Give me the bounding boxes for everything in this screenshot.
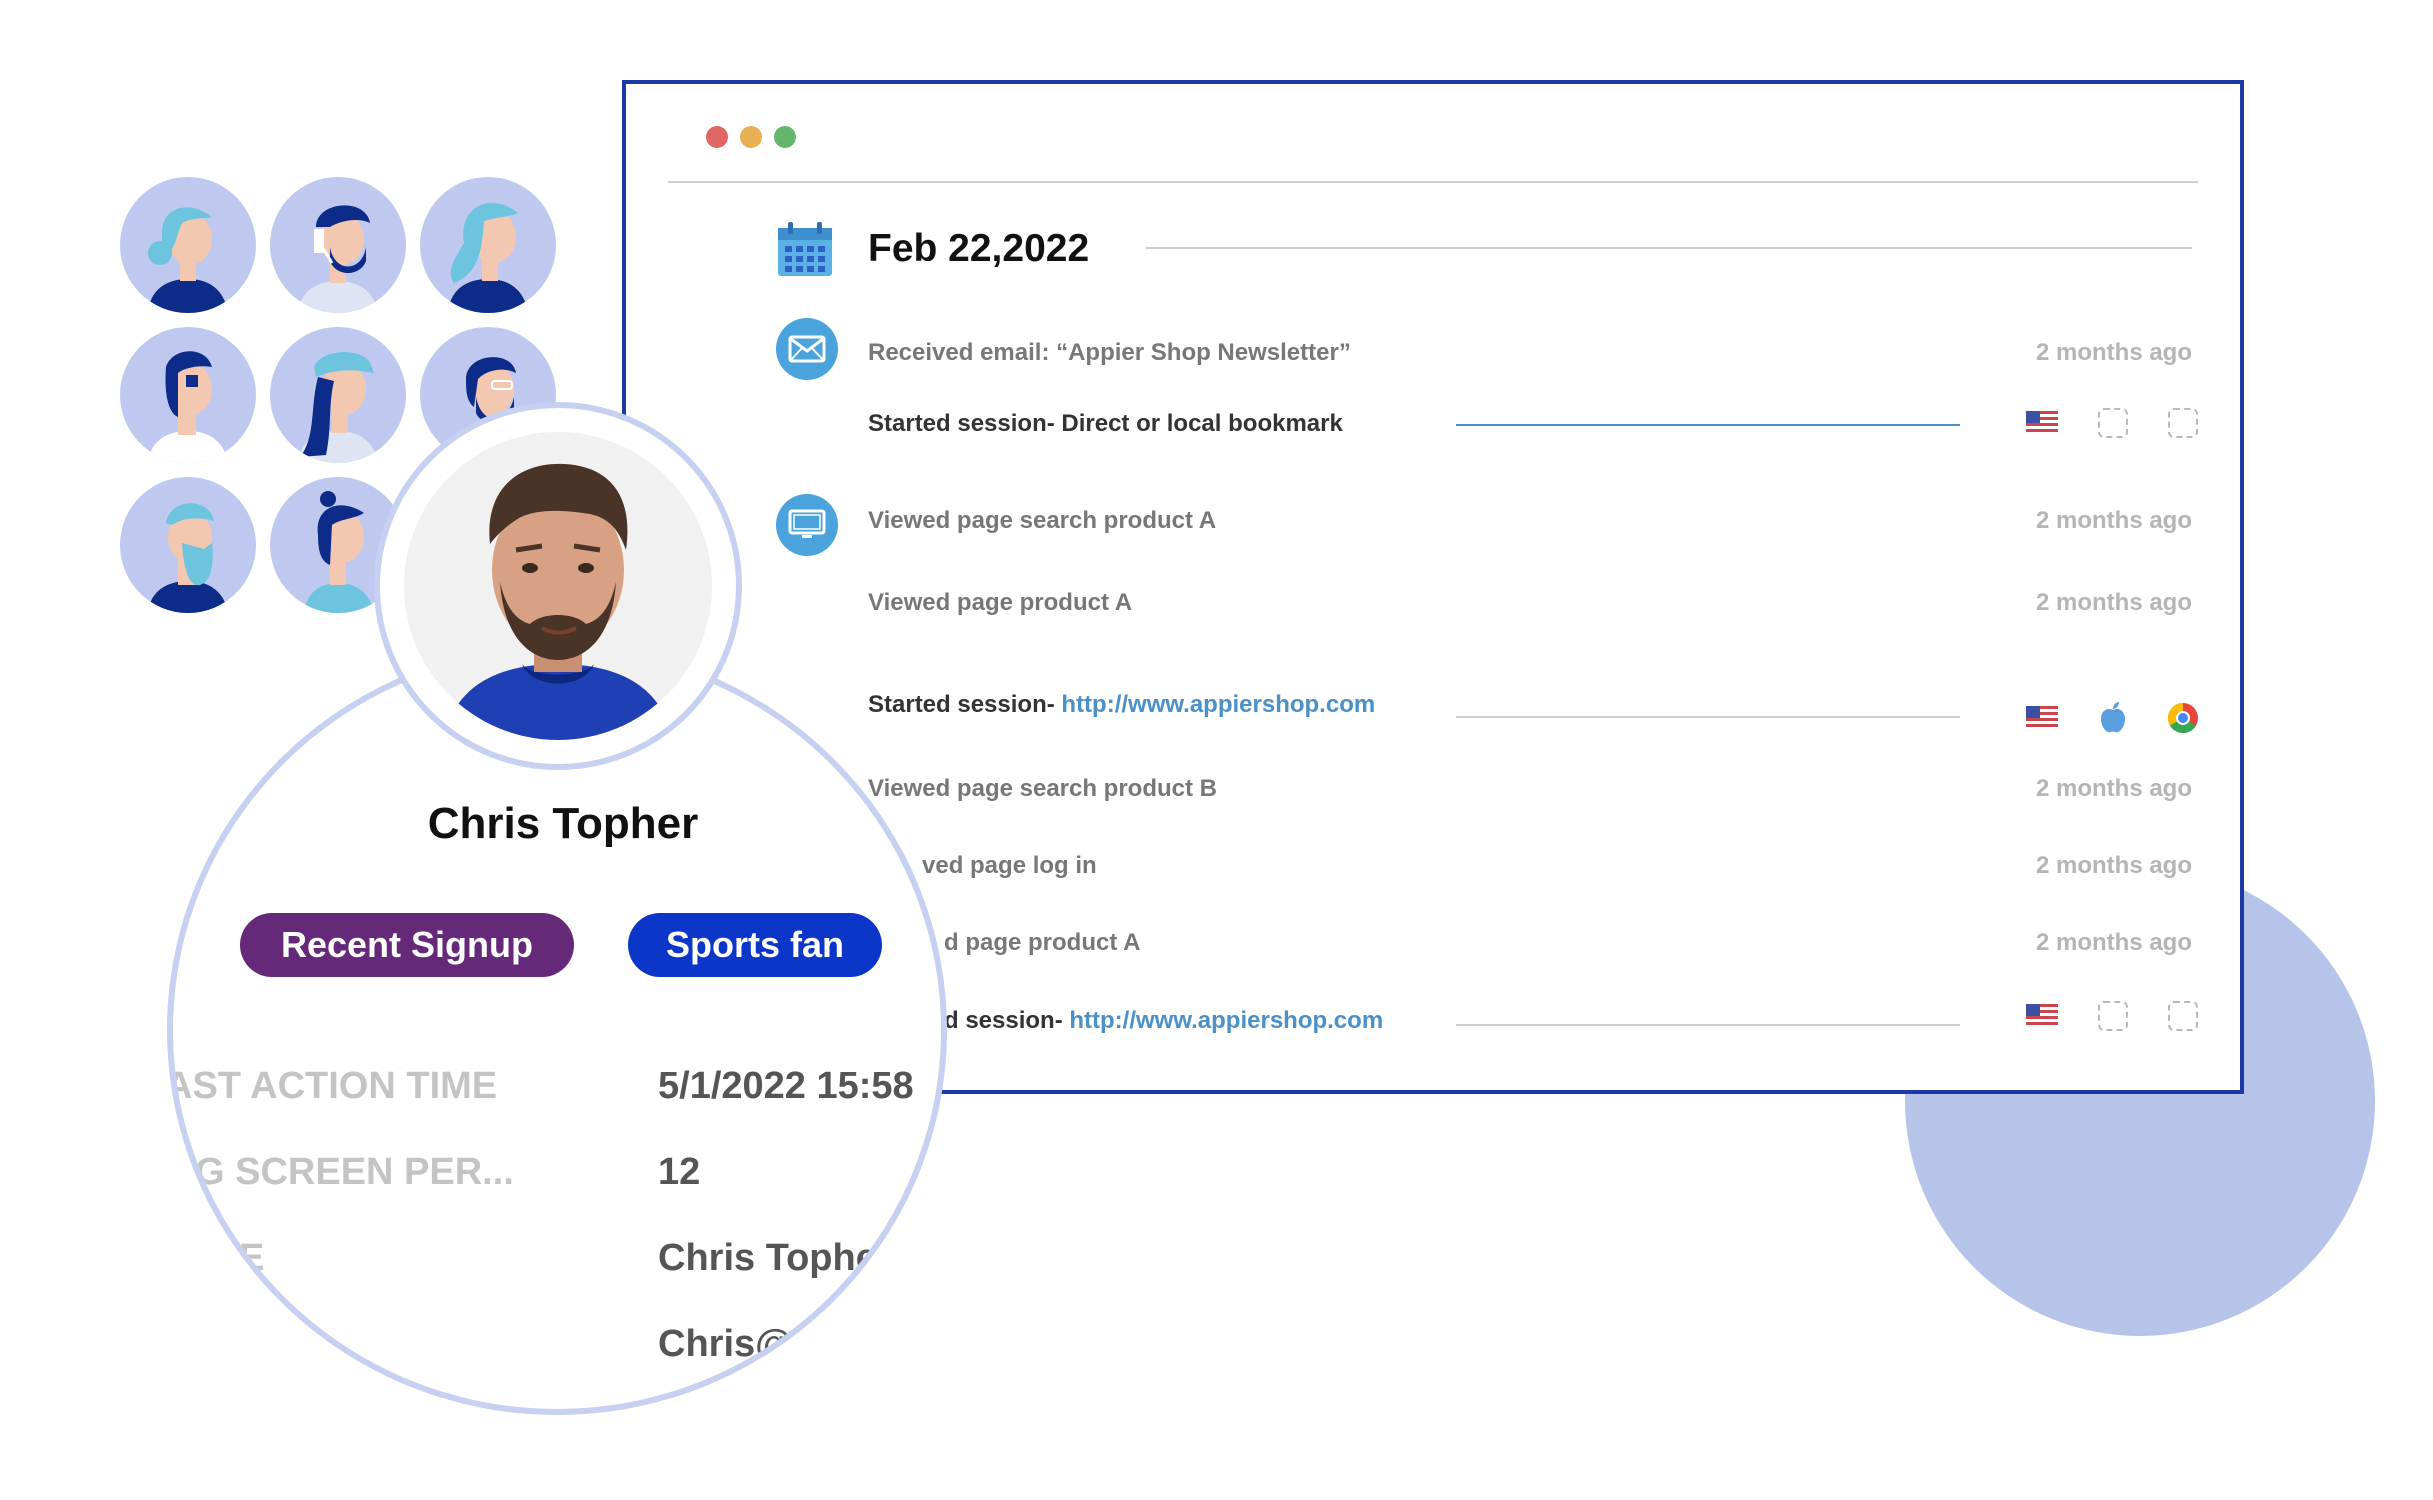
event-time: 2 months ago	[2035, 852, 2192, 879]
placeholder-icon	[2096, 406, 2130, 440]
attr-value: Chris Topher	[658, 1237, 892, 1279]
session-link[interactable]: http://www.appiershop.com	[1069, 1007, 1383, 1034]
session-prefix: Started session-	[868, 691, 1062, 718]
event-page-text: Viewed page product A	[868, 589, 1133, 616]
attr-label: AST ACTION TIME	[167, 1065, 498, 1107]
profile-name: Chris Topher	[427, 799, 699, 848]
window-close-dot[interactable]	[706, 126, 728, 148]
event-session-text: Started session- http://www.appiershop.c…	[868, 688, 1375, 722]
attr-value: 5/1/2022 15:58	[658, 1065, 914, 1107]
user-avatar	[120, 477, 256, 613]
event-email-text: Received email: “Appier Shop Newsletter”	[868, 339, 1351, 366]
event-session-text: d session- http://www.appiershop.com	[944, 1004, 1383, 1038]
us-flag-icon	[2025, 701, 2059, 735]
event-time: 2 months ago	[2035, 929, 2192, 956]
session-prefix: d session-	[944, 1007, 1070, 1034]
session-link[interactable]: http://www.appiershop.com	[1061, 691, 1375, 718]
event-time: 2 months ago	[2035, 589, 2192, 616]
event-time: 2 months ago	[2035, 339, 2192, 366]
placeholder-icon	[2166, 406, 2200, 440]
monitor-icon	[776, 494, 838, 556]
envelope-icon	[776, 318, 838, 380]
placeholder-icon	[2096, 999, 2130, 1033]
us-flag-icon	[2025, 406, 2059, 440]
us-flag-icon	[2025, 999, 2059, 1033]
attr-value: Chris@a	[658, 1323, 814, 1365]
profile-photo	[374, 402, 742, 770]
user-avatar	[270, 327, 406, 463]
user-avatar	[120, 327, 256, 463]
tag-recent-signup[interactable]: Recent Signup	[240, 913, 574, 977]
placeholder-icon	[2166, 999, 2200, 1033]
user-avatar	[120, 177, 256, 313]
profile-photo-image	[404, 432, 712, 740]
attr-label: G SCREEN PER...	[195, 1151, 514, 1193]
timeline-date: Feb 22,2022	[868, 227, 1090, 270]
apple-icon	[2096, 701, 2130, 735]
session-line	[1456, 1024, 1960, 1026]
chrome-icon	[2166, 701, 2200, 735]
window-minimize-dot[interactable]	[740, 126, 762, 148]
user-avatar	[270, 177, 406, 313]
calendar-icon	[778, 222, 832, 276]
window-maximize-dot[interactable]	[774, 126, 796, 148]
event-time: 2 months ago	[2035, 507, 2192, 534]
event-page-text: ved page log in	[922, 852, 1097, 879]
date-divider	[1146, 247, 2192, 249]
event-session-text: Started session- Direct or local bookmar…	[868, 410, 1343, 437]
attr-label: E	[239, 1237, 265, 1279]
tag-sports-fan[interactable]: Sports fan	[628, 913, 882, 977]
window-divider	[668, 181, 2198, 183]
event-page-text: d page product A	[944, 929, 1141, 956]
user-avatar	[420, 177, 556, 313]
session-line	[1456, 716, 1960, 718]
attr-value: 12	[658, 1151, 701, 1193]
event-page-text: Viewed page search product A	[868, 507, 1217, 534]
event-time: 2 months ago	[2035, 775, 2192, 802]
session-line	[1456, 424, 1960, 426]
